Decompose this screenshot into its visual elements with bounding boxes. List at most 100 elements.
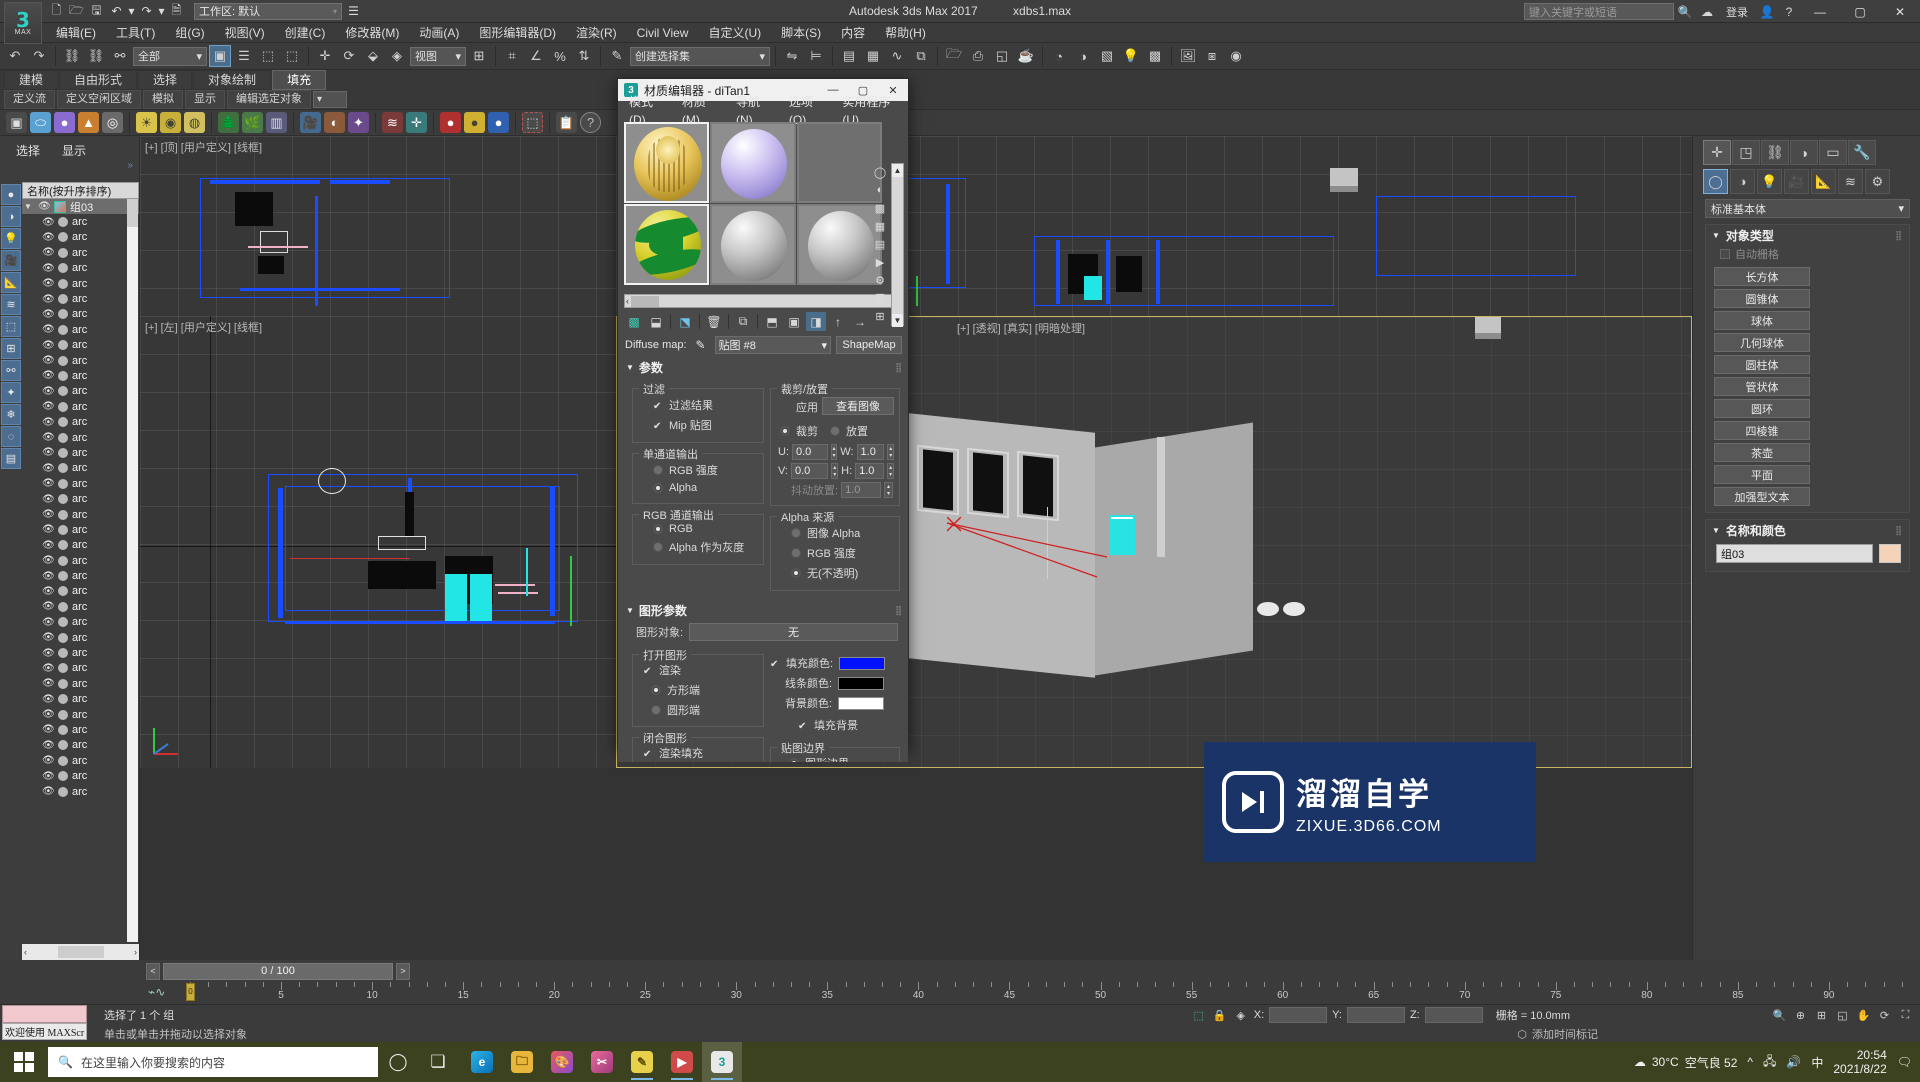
jitter-field[interactable]: 1.0 — [841, 482, 882, 498]
visibility-icon[interactable]: 👁 — [42, 232, 55, 243]
notes-taskbar-button[interactable]: ✎ — [622, 1042, 662, 1082]
list-item[interactable]: 👁 arc — [22, 692, 139, 707]
object-color-swatch[interactable] — [1879, 544, 1901, 563]
orbit-icon[interactable]: ⟳ — [1876, 1007, 1893, 1023]
put-to-library-icon[interactable]: ⬒ — [762, 312, 782, 331]
select-link-icon[interactable]: ⛓ — [61, 45, 83, 67]
h-field[interactable]: 1.0 — [855, 463, 885, 479]
left-viewport[interactable]: [+] [左] [用户定义] [线框] — [140, 316, 616, 768]
visibility-icon[interactable]: 👁 — [42, 571, 55, 582]
activeshade-icon[interactable]: ◉ — [1225, 45, 1247, 67]
visibility-icon[interactable]: 👁 — [42, 247, 55, 258]
maxscript-input-area[interactable] — [2, 1005, 87, 1023]
menu-item-8[interactable]: 渲染(R) — [566, 23, 627, 43]
maximize-viewport-icon[interactable]: ⛶ — [1897, 1007, 1914, 1023]
render-setup-icon[interactable]: ⎙ — [967, 45, 989, 67]
visibility-icon[interactable]: 👁 — [42, 740, 55, 751]
hscroll-right-arrow-icon[interactable]: › — [134, 947, 137, 957]
image-alpha-radio[interactable] — [791, 528, 801, 538]
go-to-parent-icon[interactable]: ↑ — [828, 312, 848, 331]
autogrid-row[interactable]: 自动栅格 — [1706, 245, 1909, 265]
visibility-icon[interactable]: 👁 — [42, 601, 55, 612]
primitive-button-0[interactable]: 长方体 — [1714, 267, 1810, 286]
list-item[interactable]: 👁 arc — [22, 430, 139, 445]
visibility-icon[interactable]: 👁 — [42, 663, 55, 674]
list-item[interactable]: 👁 arc — [22, 722, 139, 737]
material-slot-3[interactable] — [796, 122, 882, 203]
rendered-frame-icon[interactable]: ◱ — [991, 45, 1013, 67]
primitive-button-9[interactable]: 平面 — [1714, 465, 1810, 484]
menu-item-1[interactable]: 工具(T) — [106, 23, 165, 43]
edge-taskbar-button[interactable]: e — [462, 1042, 502, 1082]
add-time-tag[interactable]: ⬡ 添加时间标记 — [1517, 1026, 1598, 1042]
search-icon[interactable]: 🔍 — [1674, 2, 1696, 22]
crop-row[interactable]: 裁剪 — [778, 421, 818, 441]
u-spinner[interactable]: ▴ ▾ — [830, 444, 838, 460]
render-frame-window-icon[interactable]: 🖼 — [1177, 45, 1199, 67]
w-field[interactable]: 1.0 — [856, 444, 885, 460]
select-by-name-icon[interactable]: ☰ — [233, 45, 255, 67]
copy-paste-icon[interactable]: 📋 — [556, 112, 577, 133]
alpha-row[interactable]: Alpha — [643, 480, 757, 496]
image-alpha-row[interactable]: 图像 Alpha — [781, 523, 893, 543]
rgb-radio[interactable] — [653, 524, 663, 534]
y-field[interactable] — [1346, 1007, 1405, 1023]
hierarchy-tab[interactable]: ⛓ — [1761, 140, 1789, 165]
torus-primitive-icon[interactable]: ◎ — [102, 112, 123, 133]
list-item[interactable]: 👁 arc — [22, 291, 139, 306]
none-opaque-radio[interactable] — [791, 568, 801, 578]
visibility-icon[interactable]: 👁 — [42, 694, 55, 705]
list-item[interactable]: 👁 arc — [22, 768, 139, 783]
list-item[interactable]: 👁 arc — [22, 784, 139, 799]
fill-bg-row[interactable]: 填充背景 — [770, 715, 900, 735]
list-item[interactable]: 👁 arc — [22, 630, 139, 645]
named-selection-set-input[interactable]: 创建选择集 ▾ — [630, 46, 770, 66]
h-spinner[interactable]: ▴ ▾ — [887, 463, 894, 479]
signin-button[interactable]: 登录 — [1718, 4, 1756, 20]
list-item[interactable]: 👁 arc — [22, 522, 139, 537]
list-item[interactable]: 👁 arc — [22, 476, 139, 491]
autodesk-360-icon[interactable]: ☁ — [1696, 2, 1718, 22]
w-spinner[interactable]: ▴ ▾ — [887, 444, 894, 460]
red-sphere-icon[interactable]: ● — [440, 112, 461, 133]
alpha-as-gray-row[interactable]: Alpha 作为灰度 — [643, 537, 757, 557]
scene-explorer-column-header[interactable]: 名称(按升序排序) — [22, 182, 139, 199]
selection-region-icon[interactable]: ⬚ — [522, 112, 543, 133]
sphere-primitive-icon[interactable]: ● — [54, 112, 75, 133]
sample-uv-tiling-icon[interactable]: ▦ — [872, 217, 888, 235]
visibility-icon[interactable]: 👁 — [42, 540, 55, 551]
make-unique-icon[interactable]: ⧉ — [733, 312, 753, 331]
list-item[interactable]: 👁 arc — [22, 338, 139, 353]
alpha-rgb-intensity-row[interactable]: RGB 强度 — [781, 543, 893, 563]
visibility-icon[interactable]: 👁 — [42, 648, 55, 659]
ref-coord-system-combo[interactable]: 视图 ▾ — [410, 46, 466, 66]
ribbon-tool-0[interactable]: 定义流 — [4, 89, 55, 109]
show-end-result-icon[interactable]: ◨ — [806, 312, 826, 331]
sample-type-icon[interactable]: ◯ — [872, 163, 888, 181]
list-item[interactable]: 👁 arc — [22, 491, 139, 506]
u-field[interactable]: 0.0 — [792, 444, 828, 460]
fill-color-checkbox[interactable] — [770, 658, 780, 668]
backlight-icon[interactable]: ◐ — [872, 181, 888, 199]
list-item[interactable]: 👁 arc — [22, 568, 139, 583]
outline-color-swatch[interactable] — [838, 676, 885, 690]
taskbar-search-input[interactable]: 🔍 在这里输入你要搜索的内容 — [48, 1047, 378, 1077]
foliage-icon[interactable]: 🌲 — [218, 112, 239, 133]
filter-result-row[interactable]: 过滤结果 — [643, 395, 757, 415]
square-end-radio[interactable] — [651, 685, 661, 695]
plant-icon[interactable]: 🌿 — [242, 112, 263, 133]
rect-select-region-icon[interactable]: ⬚ — [257, 45, 279, 67]
scene-explorer-list[interactable]: ▼ 👁 组03 👁 arc 👁 arc 👁 arc 👁 arc 👁 arc 👁 arc 👁 arc 👁 arc 👁 ar… — [22, 199, 139, 942]
menu-item-11[interactable]: 脚本(S) — [771, 23, 831, 43]
layer-manager-icon[interactable]: ▤ — [838, 45, 860, 67]
space-warp-icon[interactable]: ≋ — [382, 112, 403, 133]
visibility-icon[interactable]: 👁 — [42, 386, 55, 397]
reset-map-icon[interactable]: 🗑 — [704, 312, 724, 331]
network-icon[interactable]: 🖧 — [1763, 1052, 1776, 1073]
autogrid-checkbox[interactable] — [1720, 249, 1730, 259]
scene-explorer-display-menu[interactable]: 显示 — [62, 142, 86, 159]
ime-indicator[interactable]: 中 — [1811, 1054, 1823, 1071]
primitive-button-4[interactable]: 圆柱体 — [1714, 355, 1810, 374]
shape-params-rollout-header[interactable]: ▼ 图形参数 ⣿ — [618, 601, 908, 619]
tray-chevron-icon[interactable]: ^ — [1747, 1055, 1753, 1069]
